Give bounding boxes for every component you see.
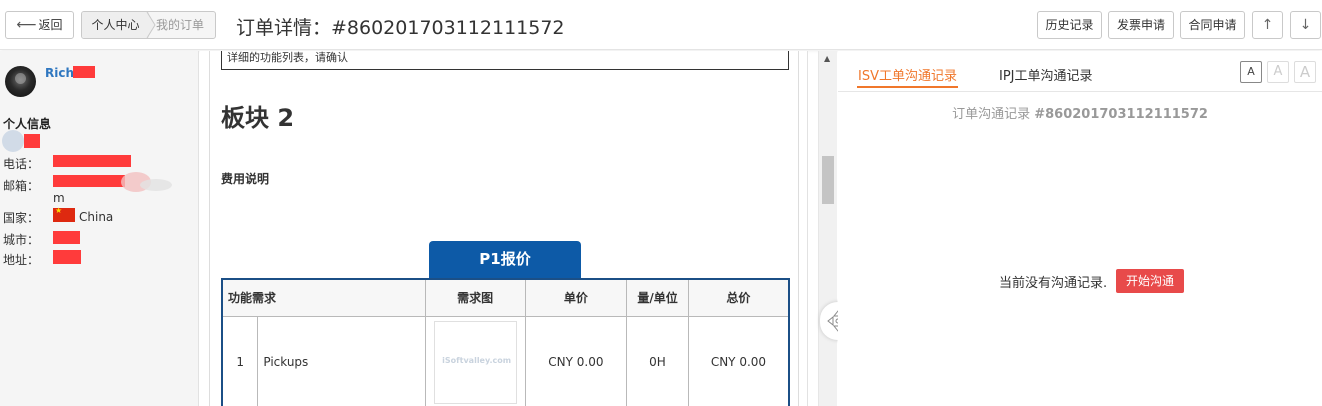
page-title: 订单详情：#860201703112111572 xyxy=(236,17,565,39)
redaction-mark xyxy=(24,134,40,148)
back-label: 返回 xyxy=(38,18,63,32)
redaction-blur xyxy=(140,179,172,191)
document-scrollbar[interactable]: ▲ xyxy=(818,51,837,406)
communication-heading: 订单沟通记录 #860201703112111572 xyxy=(838,103,1322,122)
contract-request-button[interactable]: 合同申请 xyxy=(1180,11,1245,39)
communication-order-id: #860201703112111572 xyxy=(1034,107,1208,122)
redaction-mark xyxy=(53,175,125,187)
breadcrumb-separator-icon xyxy=(146,12,156,38)
header-unit-price: 单价 xyxy=(524,278,628,317)
redaction-mark xyxy=(53,231,80,244)
feature-list-note: 详细的功能列表，请确认 xyxy=(221,51,789,70)
header-feature: 功能需求 xyxy=(221,278,426,317)
invoice-request-button[interactable]: 发票申请 xyxy=(1108,11,1174,39)
user-info-sidebar: Rich 个人信息 电话： 邮箱： m 国家： China 城市： 地址： xyxy=(0,51,199,406)
table-row: 1 Pickups iSoftvalley.com CNY 0.00 0H CN… xyxy=(221,315,790,406)
breadcrumb: 个人中心 我的订单 xyxy=(81,11,216,39)
email-label: 邮箱： xyxy=(3,179,40,193)
breadcrumb-item-my-orders[interactable]: 我的订单 xyxy=(156,12,204,38)
china-flag-icon xyxy=(53,206,75,222)
font-size-small-button[interactable]: A xyxy=(1240,61,1262,83)
document-page: 详细的功能列表，请确认 板块 2 费用说明 P1报价 功能需求 需求图 单价 量… xyxy=(209,51,799,406)
redaction-blur xyxy=(2,130,24,152)
back-button[interactable]: ⟵ 返回 xyxy=(5,11,74,39)
history-button[interactable]: 历史记录 xyxy=(1037,11,1102,39)
price-quote-tab: P1报价 xyxy=(429,241,581,278)
avatar xyxy=(5,66,36,97)
row-unit-price: CNY 0.00 xyxy=(524,315,628,406)
country-value: China xyxy=(79,210,114,224)
order-document-panel: 详细的功能列表，请确认 板块 2 费用说明 P1报价 功能需求 需求图 单价 量… xyxy=(200,51,808,406)
scroll-up-icon[interactable]: ▲ xyxy=(824,54,830,63)
row-image-cell: iSoftvalley.com xyxy=(424,315,526,406)
block-title: 板块 2 xyxy=(221,104,295,132)
communication-panel: ISV工单沟通记录 IPJ工单沟通记录 A A A 订单沟通记录 #860201… xyxy=(838,51,1322,406)
empty-state-text: 当前没有沟通记录. xyxy=(999,276,1108,291)
fee-description-title: 费用说明 xyxy=(221,172,270,186)
redaction-mark xyxy=(53,250,81,264)
previous-order-button[interactable]: ↑ xyxy=(1252,11,1283,39)
price-table: 功能需求 需求图 单价 量/单位 总价 1 Pickups iSoftvalle… xyxy=(221,278,790,406)
row-total: CNY 0.00 xyxy=(687,315,790,406)
redaction-mark xyxy=(53,155,131,167)
phone-label: 电话： xyxy=(3,157,40,171)
placeholder-logo-text: iSoftvalley.com xyxy=(442,355,512,365)
tab-isv-communication[interactable]: ISV工单沟通记录 xyxy=(857,65,958,88)
header-requirement-image: 需求图 xyxy=(424,278,526,317)
communication-tabs: ISV工单沟通记录 IPJ工单沟通记录 A A A xyxy=(838,51,1322,92)
top-bar: ⟵ 返回 个人中心 我的订单 订单详情：#860201703112111572 历… xyxy=(0,0,1322,50)
row-index: 1 xyxy=(221,315,259,406)
next-order-button[interactable]: ↓ xyxy=(1290,11,1321,39)
arrow-up-icon: ↑ xyxy=(1261,17,1274,33)
redaction-mark xyxy=(73,66,95,78)
arrow-left-icon: ⟵ xyxy=(16,17,37,33)
arrow-down-icon: ↓ xyxy=(1299,17,1312,33)
row-quantity: 0H xyxy=(626,315,689,406)
tab-ipj-communication[interactable]: IPJ工单沟通记录 xyxy=(999,65,1093,84)
country-label: 国家： xyxy=(3,211,40,225)
header-total: 总价 xyxy=(687,278,790,317)
email-value-tail: m xyxy=(53,191,65,205)
requirement-image-thumbnail[interactable]: iSoftvalley.com xyxy=(433,320,517,404)
user-name-link[interactable]: Rich xyxy=(45,66,74,80)
price-table-header-row: 功能需求 需求图 单价 量/单位 总价 xyxy=(221,278,790,317)
header-quantity: 量/单位 xyxy=(626,278,689,317)
city-label: 城市： xyxy=(3,233,40,247)
font-size-large-button[interactable]: A xyxy=(1294,61,1316,83)
scrollbar-thumb[interactable] xyxy=(822,156,834,204)
communication-heading-label: 订单沟通记录 xyxy=(952,107,1031,122)
row-feature-name: Pickups xyxy=(257,315,426,406)
start-communication-button[interactable]: 开始沟通 xyxy=(1116,269,1184,293)
address-label: 地址： xyxy=(3,253,40,267)
font-size-medium-button[interactable]: A xyxy=(1267,61,1289,83)
breadcrumb-item-personal-center[interactable]: 个人中心 xyxy=(82,12,149,38)
